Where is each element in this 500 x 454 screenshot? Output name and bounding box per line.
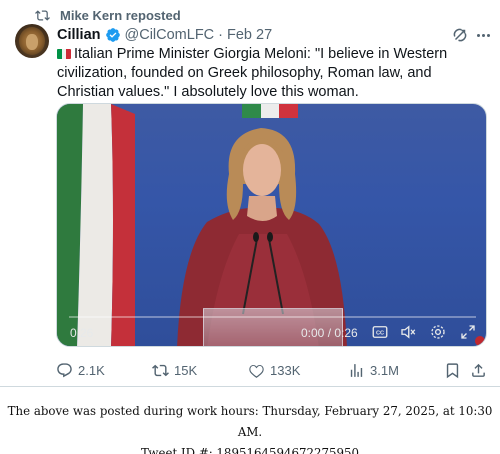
caption-line-1: The above was posted during work hours: …: [7, 404, 493, 439]
share-button[interactable]: [470, 360, 487, 380]
heart-icon: [249, 364, 264, 378]
reply-button[interactable]: 2.1K: [56, 360, 105, 380]
italian-flag-icon: [57, 49, 71, 59]
like-button[interactable]: 133K: [248, 360, 300, 380]
views-button[interactable]: 3.1M: [348, 360, 399, 380]
mute-icon[interactable]: [399, 323, 417, 341]
lion-avatar-face: [26, 34, 38, 50]
more-dot: [476, 33, 480, 37]
more-dot: [481, 33, 485, 37]
video-duration-badge: 0:26: [70, 326, 94, 340]
tweet-body: Italian Prime Minister Giorgia Meloni: "…: [57, 46, 448, 100]
verified-badge-icon: [105, 27, 121, 43]
settings-icon[interactable]: [429, 323, 447, 341]
caption-line-2: Tweet ID #: 1895164594672275950: [140, 446, 360, 454]
fullscreen-icon[interactable]: [459, 323, 477, 341]
cc-icon[interactable]: CC: [371, 323, 389, 341]
repost-button[interactable]: 15K: [152, 360, 197, 380]
avatar[interactable]: [15, 24, 49, 58]
action-bar: 2.1K 15K 133K 3.1M: [56, 360, 487, 380]
repost-label: Mike Kern reposted: [60, 7, 181, 23]
share-icon: [472, 363, 485, 377]
divider: [0, 386, 500, 387]
svg-text:CC: CC: [376, 331, 384, 337]
views-chart-icon: [350, 363, 363, 377]
repost-count: 15K: [174, 362, 198, 378]
repost-indicator[interactable]: Mike Kern reposted: [34, 6, 181, 24]
video-time-display: 0:00 / 0:26: [301, 326, 358, 340]
more-dot: [486, 33, 490, 37]
separator-dot: ·: [218, 27, 224, 43]
tweet-text: Italian Prime Minister Giorgia Meloni: "…: [57, 45, 487, 102]
more-options-icon[interactable]: [474, 26, 492, 44]
author-name[interactable]: Cillian: [57, 27, 101, 43]
caption-block: The above was posted during work hours: …: [0, 401, 500, 454]
bookmark-button[interactable]: [444, 360, 461, 380]
tweet-header: Cillian @CilComLFC · Feb 27: [57, 25, 272, 45]
reply-icon: [57, 362, 72, 377]
repost-icon: [152, 364, 169, 376]
video-player[interactable]: 0:26 0:00 / 0:26 CC: [56, 103, 487, 347]
post-date[interactable]: Feb 27: [227, 27, 272, 43]
like-count: 133K: [270, 362, 301, 378]
live-dot: [475, 336, 485, 346]
author-handle[interactable]: @CilComLFC: [125, 27, 215, 43]
views-count: 3.1M: [370, 362, 399, 378]
video-progress-bar[interactable]: [69, 316, 476, 318]
bookmark-icon: [446, 362, 459, 378]
repost-icon: [34, 7, 50, 23]
grok-icon[interactable]: [451, 26, 469, 44]
reply-count: 2.1K: [78, 362, 105, 378]
tweet-card[interactable]: Mike Kern reposted Cillian @CilComLFC · …: [0, 0, 500, 386]
